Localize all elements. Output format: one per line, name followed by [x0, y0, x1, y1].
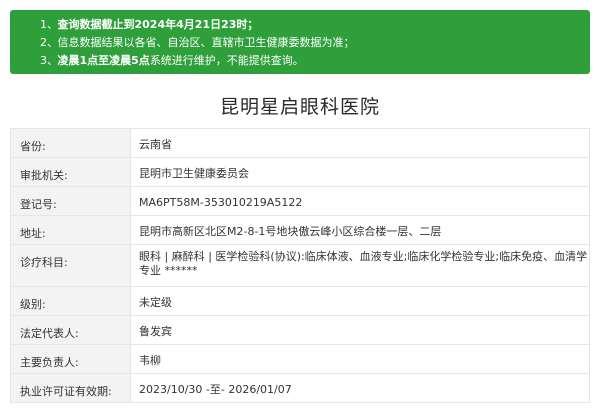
- notice-item-text: 信息数据结果以各省、自治区、直辖市卫生健康委数据为准；: [57, 36, 355, 49]
- info-value: 昆明市卫生健康委员会: [131, 158, 590, 186]
- info-row-level: 级别: 未定级: [11, 287, 590, 316]
- info-label: 主要负责人:: [11, 345, 131, 373]
- notice-item-text: 查询数据截止到2024年4月21日23时；: [57, 18, 259, 31]
- notice-item: 1、 查询数据截止到2024年4月21日23时；: [40, 16, 590, 34]
- notice-item-text: 系统进行维护，不能提供查询。: [149, 54, 304, 67]
- notice-item-number: 3、: [40, 54, 58, 67]
- info-row-principal: 主要负责人: 韦柳: [11, 345, 590, 374]
- info-label: 省份:: [11, 129, 131, 157]
- notice-item-number: 1、: [40, 18, 58, 31]
- info-value: 韦柳: [131, 345, 590, 373]
- info-value: 昆明市高新区北区M2-8-1号地块傲云峰小区综合楼一层、二层: [131, 216, 590, 244]
- notice-item: 2、 信息数据结果以各省、自治区、直辖市卫生健康委数据为准；: [40, 34, 590, 52]
- info-row-license-validity: 执业许可证有效期: 2023/10/30 -至- 2026/01/07: [11, 374, 590, 403]
- info-label: 审批机关:: [11, 158, 131, 186]
- info-value: 眼科 | 麻醉科 | 医学检验科(协议):临床体液、血液专业;临床化学检验专业;…: [131, 245, 590, 286]
- notice-item-bold-text: 凌晨1点至凌晨5点: [57, 54, 150, 67]
- info-row-departments: 诊疗科目: 眼科 | 麻醉科 | 医学检验科(协议):临床体液、血液专业;临床化…: [11, 245, 590, 287]
- info-label: 诊疗科目:: [11, 245, 131, 286]
- info-label: 法定代表人:: [11, 316, 131, 344]
- hospital-name: 昆明星启眼科医院: [219, 96, 380, 118]
- hospital-info-table: 省份: 云南省 审批机关: 昆明市卫生健康委员会 登记号: MA6PT58M-3…: [10, 128, 590, 403]
- info-label: 级别:: [11, 287, 131, 315]
- info-value: 未定级: [131, 287, 590, 315]
- info-value: MA6PT58M-353010219A5122: [131, 187, 590, 215]
- info-row-address: 地址: 昆明市高新区北区M2-8-1号地块傲云峰小区综合楼一层、二层: [11, 216, 590, 245]
- info-row-legal-representative: 法定代表人: 鲁发宾: [11, 316, 590, 345]
- info-label: 登记号:: [11, 187, 131, 215]
- info-row-province: 省份: 云南省: [11, 129, 590, 158]
- notice-item: 3、 凌晨1点至凌晨5点系统进行维护，不能提供查询。: [40, 52, 590, 70]
- notice-item-number: 2、: [40, 36, 58, 49]
- info-value: 云南省: [131, 129, 590, 157]
- info-row-approval-authority: 审批机关: 昆明市卫生健康委员会: [11, 158, 590, 187]
- info-label: 执业许可证有效期:: [11, 374, 131, 402]
- info-label: 地址:: [11, 216, 131, 244]
- info-row-registration-number: 登记号: MA6PT58M-353010219A5122: [11, 187, 590, 216]
- info-value: 鲁发宾: [131, 316, 590, 344]
- notice-banner: 1、 查询数据截止到2024年4月21日23时； 2、 信息数据结果以各省、自治…: [10, 10, 590, 74]
- info-value: 2023/10/30 -至- 2026/01/07: [131, 374, 590, 402]
